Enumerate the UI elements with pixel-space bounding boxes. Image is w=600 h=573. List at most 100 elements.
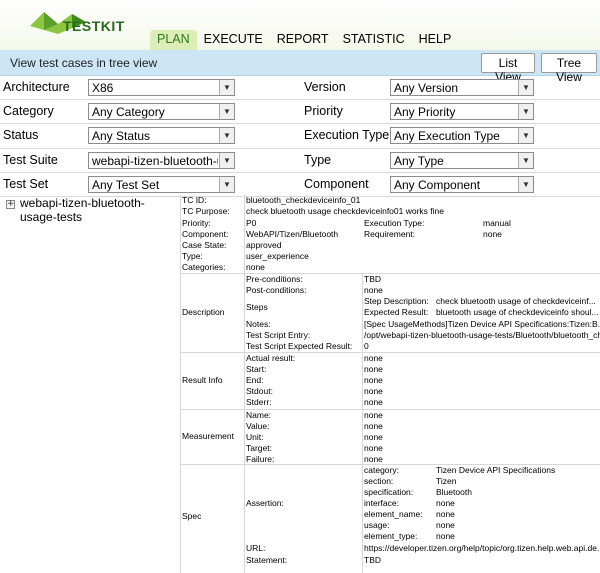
execution-type-label: Execution Type [304, 128, 390, 143]
script-entry-label: Test Script Entry: [246, 330, 311, 340]
usage-value: none [436, 520, 455, 530]
component-label: Component [304, 176, 369, 191]
unit-label: Unit: [246, 432, 264, 442]
chevron-down-icon: ▼ [518, 128, 533, 144]
tc-id-label: TC ID: [182, 195, 207, 205]
element-name-label: element_name: [364, 509, 423, 519]
measurement-section: Measurement [182, 431, 234, 441]
priority-select[interactable]: Any Priority ▼ [390, 103, 534, 121]
failure-label: Failure: [246, 454, 275, 464]
target-label: Target: [246, 443, 272, 453]
specification-value: Bluetooth [436, 487, 472, 497]
category-select[interactable]: Any Category ▼ [88, 103, 235, 121]
post-conditions-label: Post-conditions: [246, 285, 307, 295]
filter-row: Status Any Status ▼ Execution Type Any Ex… [0, 124, 600, 149]
filter-row: Architecture X86 ▼ Version Any Version ▼ [0, 76, 600, 101]
architecture-label: Architecture [3, 80, 70, 94]
end-label: End: [246, 375, 264, 385]
architecture-select[interactable]: X86 ▼ [88, 79, 235, 96]
priority-label: Priority [304, 104, 343, 119]
unit-value: none [364, 432, 383, 442]
divider [180, 409, 600, 410]
tc-purpose-value: check bluetooth usage checkdeviceinfo01 … [246, 206, 444, 216]
chevron-down-icon: ▼ [219, 128, 234, 144]
step-description-label: Step Description: [364, 296, 429, 306]
status-select[interactable]: Any Status ▼ [88, 127, 235, 145]
component-select[interactable]: Any Component ▼ [390, 175, 534, 193]
brand-name: TESTKIT [63, 18, 125, 34]
interface-value: none [436, 498, 455, 508]
stderr-value: none [364, 397, 383, 407]
list-view-button[interactable]: List View [481, 53, 535, 84]
filter-row: Test Set Any Test Set ▼ Component Any Com… [0, 173, 600, 197]
element-name-value: none [436, 509, 455, 519]
type-select[interactable]: Any Type ▼ [390, 151, 534, 169]
script-entry-value: /opt/webapi-tizen-bluetooth-usage-tests/… [364, 330, 600, 340]
toolbar-title: View test cases in tree view [10, 56, 158, 70]
categories-label: Categories: [182, 262, 226, 272]
status-label: Status [3, 128, 39, 143]
nav-help[interactable]: HELP [412, 30, 459, 50]
divider [180, 194, 181, 573]
execution-type-value: manual [483, 218, 511, 228]
category-label: Category [3, 104, 54, 119]
notes-value: [Spec UsageMethods]Tizen Device API Spec… [364, 319, 600, 329]
element-type-value: none [436, 531, 455, 541]
spec-section-label: section: [364, 476, 394, 486]
chevron-down-icon: ▼ [219, 80, 234, 95]
version-select[interactable]: Any Version ▼ [390, 79, 534, 96]
end-value: none [364, 375, 383, 385]
nav-execute[interactable]: EXECUTE [197, 30, 270, 50]
app-header: TESTKIT PLAN EXECUTE REPORT STATISTIC HE… [0, 0, 600, 50]
filter-panel: Architecture X86 ▼ Version Any Version ▼ C… [0, 76, 600, 197]
chevron-down-icon: ▼ [518, 176, 533, 192]
tree-item-suite[interactable]: webapi-tizen-bluetooth-usage-tests [20, 196, 180, 224]
chevron-down-icon: ▼ [518, 80, 533, 95]
tc-purpose-label: TC Purpose: [182, 206, 230, 216]
component-label: Component: [182, 229, 229, 239]
stdout-label: Stdout: [246, 386, 273, 396]
steps-label: Steps [246, 302, 268, 312]
execution-type-select[interactable]: Any Execution Type ▼ [390, 127, 534, 145]
nav-plan[interactable]: PLAN [150, 30, 197, 50]
script-expected-label: Test Script Expected Result: [246, 341, 353, 351]
divider [180, 352, 600, 353]
spec-section-value: Tizen [436, 476, 457, 486]
nav-statistic[interactable]: STATISTIC [336, 30, 412, 50]
priority-label: Priority: [182, 218, 211, 228]
failure-value: none [364, 454, 383, 464]
result-info-section: Result Info [182, 375, 223, 385]
priority-value: P0 [246, 218, 257, 228]
start-value: none [364, 364, 383, 374]
spec-section: Spec [182, 511, 202, 521]
post-conditions-value: none [364, 285, 383, 295]
chevron-down-icon: ▼ [518, 152, 533, 168]
expand-icon[interactable]: + [6, 200, 15, 209]
target-value: none [364, 443, 383, 453]
test-suite-select[interactable]: webapi-tizen-bluetooth-us ▼ [88, 151, 235, 169]
name-label: Name: [246, 410, 272, 420]
spec-category-label: category: [364, 465, 399, 475]
url-value[interactable]: https://developer.tizen.org/help/topic/o… [364, 543, 600, 554]
statement-value: TBD [364, 555, 381, 565]
actual-result-label: Actual result: [246, 353, 296, 363]
chevron-down-icon: ▼ [219, 152, 234, 168]
tree-view-button[interactable]: Tree View [541, 53, 597, 84]
component-value: WebAPI/Tizen/Bluetooth [246, 229, 339, 239]
stdout-value: none [364, 386, 383, 396]
tc-id-value: bluetooth_checkdeviceinfo_01 [246, 195, 361, 205]
interface-label: interface: [364, 498, 399, 508]
main-nav: PLAN EXECUTE REPORT STATISTIC HELP [150, 30, 458, 50]
spec-category-value: Tizen Device API Specifications [436, 465, 556, 475]
script-expected-value: 0 [364, 341, 369, 351]
divider [244, 194, 245, 573]
test-set-label: Test Set [3, 176, 49, 191]
test-set-select[interactable]: Any Test Set ▼ [88, 175, 235, 193]
specification-label: specification: [364, 487, 414, 497]
categories-value: none [246, 262, 265, 272]
nav-report[interactable]: REPORT [270, 30, 336, 50]
expected-result-label: Expected Result: [364, 307, 429, 317]
chevron-down-icon: ▼ [518, 104, 533, 120]
version-label: Version [304, 80, 346, 94]
execution-type-label: Execution Type: [364, 218, 425, 228]
